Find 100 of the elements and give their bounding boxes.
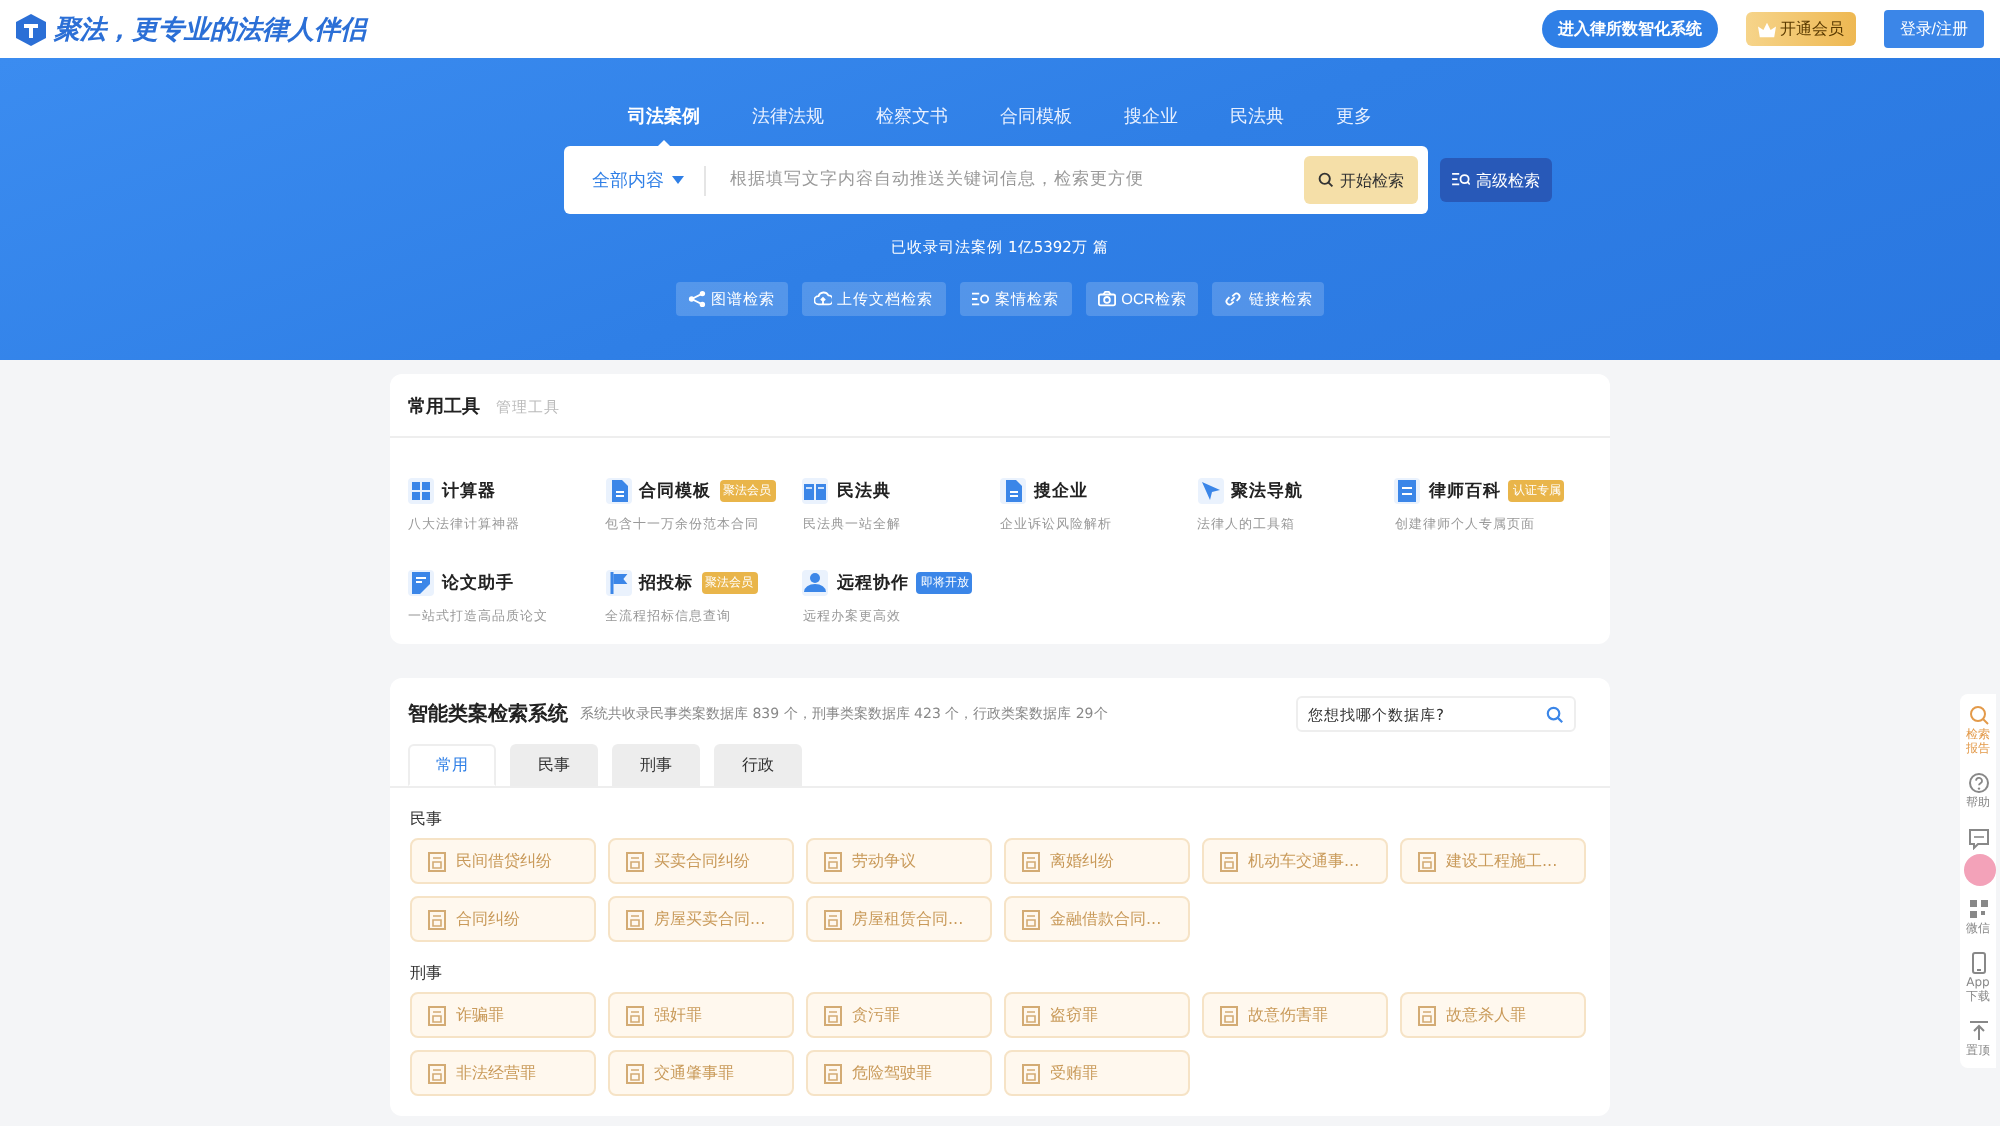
tool-name[interactable]: 远程协作 — [836, 571, 909, 595]
category-tab[interactable]: 刑事 — [612, 744, 700, 786]
document-icon — [428, 909, 446, 929]
list-search-icon — [971, 290, 990, 308]
database-chip[interactable]: 合同纠纷 — [410, 896, 596, 942]
database-chip[interactable]: 交通肇事罪 — [608, 1050, 794, 1096]
database-chip[interactable]: 离婚纠纷 — [1004, 838, 1190, 884]
database-chip[interactable]: 民间借贷纠纷 — [410, 838, 596, 884]
database-chip[interactable]: 买卖合同纠纷 — [608, 838, 794, 884]
search-icon — [1318, 172, 1334, 188]
search-tab[interactable]: 法律法规 — [752, 104, 824, 146]
document-icon — [1418, 1005, 1436, 1025]
document-icon — [428, 1005, 446, 1025]
document-icon — [428, 851, 446, 871]
search-icon — [1967, 704, 1989, 726]
database-chip[interactable]: 贪污罪 — [806, 992, 992, 1038]
database-chip[interactable]: 金融借款合同... — [1004, 896, 1190, 942]
document-icon — [999, 478, 1026, 504]
advanced-search-icon — [1452, 172, 1470, 188]
tool-name[interactable]: 民法典 — [836, 479, 891, 503]
search-field[interactable]: 全部内容 根据填写文字内容自动推送关键词信息，检索更方便 开始检索 — [564, 146, 1428, 214]
scope-dropdown[interactable]: 全部内容 — [580, 165, 706, 195]
notepad-icon — [408, 570, 434, 596]
chat-icon — [1967, 827, 1989, 850]
database-chip[interactable]: 盗窃罪 — [1004, 992, 1190, 1038]
document-icon — [1022, 1063, 1040, 1083]
document-icon — [1220, 1005, 1238, 1025]
search-tab[interactable]: 检察文书 — [876, 104, 948, 146]
search-tab[interactable]: 司法案例 — [628, 104, 700, 146]
database-chip[interactable]: 强奸罪 — [608, 992, 794, 1038]
section-title: 常用工具 — [408, 394, 480, 420]
database-chip[interactable]: 房屋租赁合同... — [806, 896, 992, 942]
database-chip[interactable]: 危险驾驶罪 — [806, 1050, 992, 1096]
qr-code-icon — [1967, 897, 1989, 920]
firm-system-button[interactable]: 进入律所数智化系统 — [1541, 10, 1718, 48]
caret-icon — [672, 176, 684, 184]
document-icon — [824, 851, 842, 871]
database-chip[interactable]: 机动车交通事... — [1202, 838, 1388, 884]
search-icon — [1546, 706, 1564, 724]
help-icon — [1967, 772, 1989, 795]
document-icon — [428, 1063, 446, 1083]
cloud-upload-icon — [813, 290, 832, 308]
tool-name[interactable]: 招投标 — [639, 571, 694, 595]
database-chip[interactable]: 非法经营罪 — [410, 1050, 596, 1096]
advanced-search-button[interactable]: 高级检索 — [1440, 158, 1552, 202]
tool-name[interactable]: 论文助手 — [442, 571, 514, 595]
flag-icon — [605, 570, 632, 596]
database-chip[interactable]: 故意伤害罪 — [1202, 992, 1388, 1038]
document-icon — [626, 1005, 644, 1025]
cursor-icon — [1197, 478, 1224, 504]
tool-name[interactable]: 搜企业 — [1033, 479, 1088, 503]
database-chip[interactable]: 受贿罪 — [1004, 1050, 1190, 1096]
document-icon — [605, 478, 632, 504]
document-icon — [1418, 851, 1436, 871]
share-icon — [687, 290, 706, 308]
document-icon — [1022, 909, 1040, 929]
link-icon — [1224, 290, 1243, 308]
people-icon — [802, 570, 829, 596]
document-icon — [626, 851, 644, 871]
tool-name[interactable]: 律师百科 — [1428, 479, 1501, 503]
back-to-top-icon — [1967, 1020, 1989, 1043]
crown-icon — [1757, 21, 1776, 37]
search-tab[interactable]: 合同模板 — [1000, 104, 1072, 146]
floating-chat-bubble[interactable] — [1964, 853, 1996, 886]
database-chip[interactable]: 房屋买卖合同... — [608, 896, 794, 942]
search-tab[interactable]: 民法典 — [1230, 104, 1284, 146]
category-tab[interactable]: 常用 — [408, 744, 496, 786]
database-chip[interactable]: 劳动争议 — [806, 838, 992, 884]
search-tab[interactable]: 更多 — [1336, 104, 1372, 146]
document-icon — [1220, 851, 1238, 871]
category-tab[interactable]: 民事 — [510, 744, 598, 786]
vip-button[interactable]: 开通会员 — [1745, 12, 1856, 46]
group-heading: 刑事 — [408, 962, 444, 986]
phone-icon — [1967, 951, 1989, 974]
group-heading: 民事 — [408, 808, 444, 832]
tool-name[interactable]: 聚法导航 — [1231, 479, 1304, 503]
database-chip[interactable]: 诈骗罪 — [410, 992, 596, 1038]
database-chip[interactable]: 故意杀人罪 — [1400, 992, 1586, 1038]
section-title: 智能类案检索系统 — [408, 700, 568, 728]
document-icon — [1022, 851, 1040, 871]
calculator-icon — [408, 478, 434, 504]
login-button[interactable]: 登录/注册 — [1883, 10, 1984, 48]
document-icon — [1022, 1005, 1040, 1025]
document-icon — [824, 1063, 842, 1083]
camera-icon — [1097, 290, 1116, 308]
tool-name[interactable]: 计算器 — [442, 479, 496, 503]
logo-icon — [16, 13, 46, 45]
tool-name[interactable]: 合同模板 — [639, 479, 712, 503]
card-icon — [1394, 478, 1421, 504]
search-tab[interactable]: 搜企业 — [1124, 104, 1178, 146]
book-icon — [802, 478, 829, 504]
side-rail-item[interactable] — [1967, 827, 1989, 850]
document-icon — [626, 1063, 644, 1083]
document-icon — [824, 909, 842, 929]
document-icon — [824, 1005, 842, 1025]
category-tab[interactable]: 行政 — [714, 744, 802, 786]
document-icon — [626, 909, 644, 929]
logo-text: 聚法，更专业的法律人伴侣 — [54, 13, 366, 47]
search-button[interactable]: 开始检索 — [1304, 156, 1418, 204]
database-chip[interactable]: 建设工程施工... — [1400, 838, 1586, 884]
